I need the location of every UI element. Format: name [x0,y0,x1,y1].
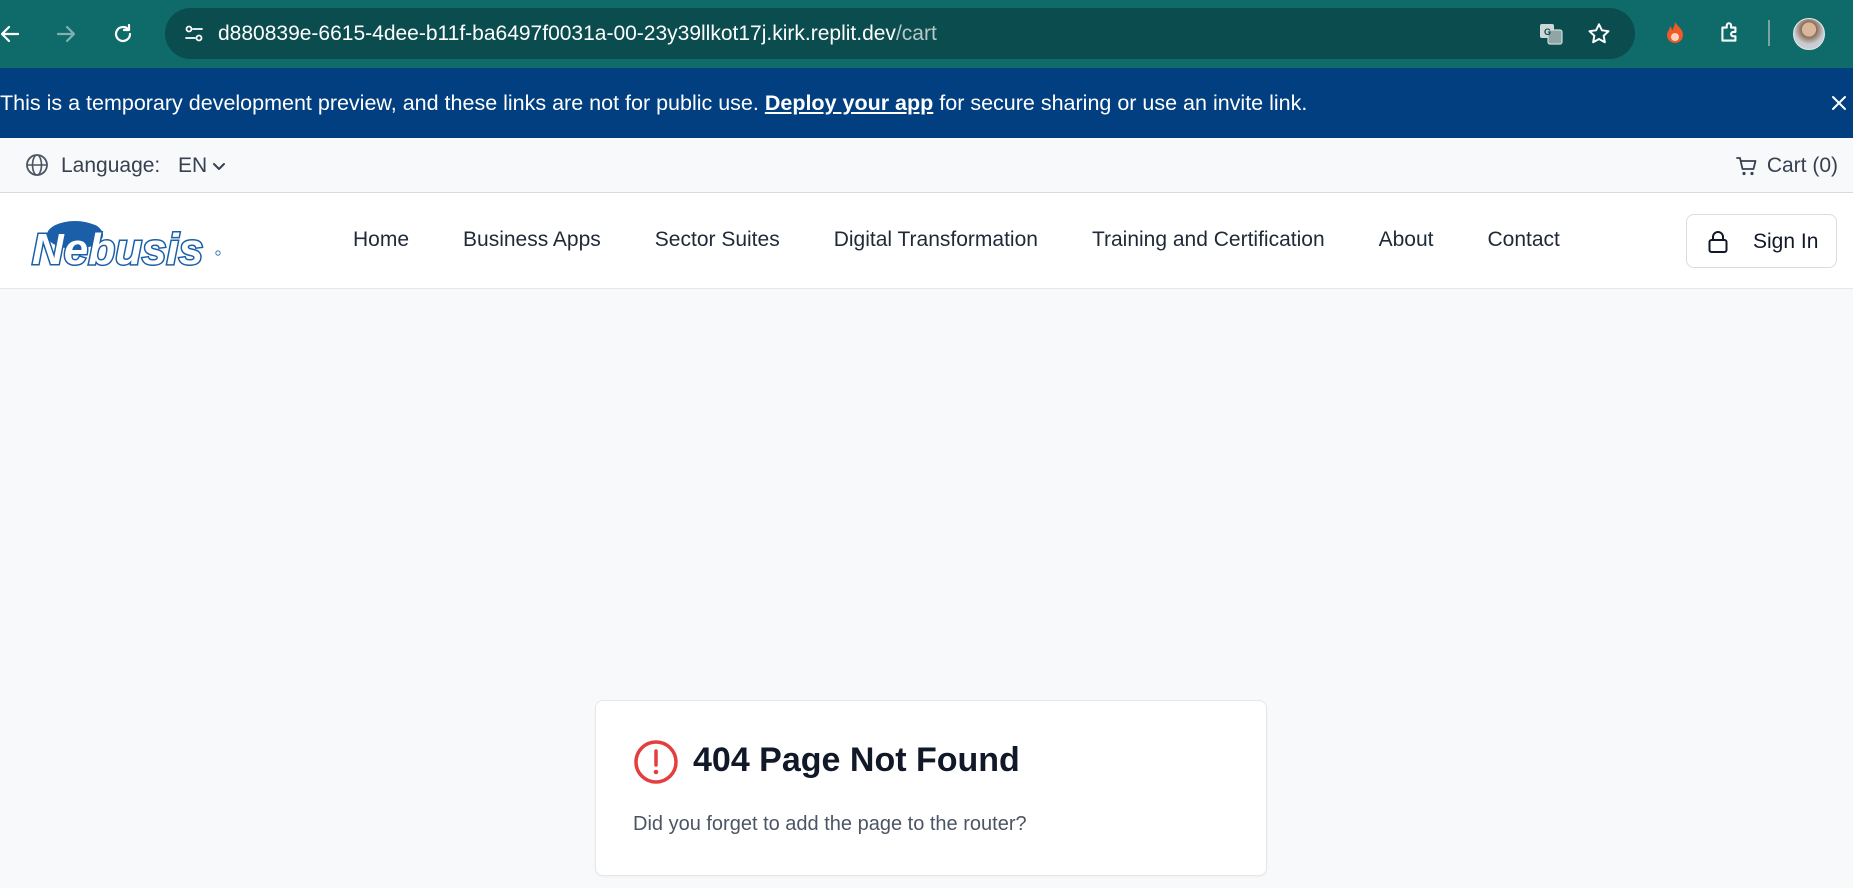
nav-business-apps[interactable]: Business Apps [463,228,601,252]
url-text[interactable]: d880839e-6615-4dee-b11f-ba6497f0031a-00-… [218,22,937,46]
site-info-icon[interactable] [179,19,209,49]
banner-text-after: for secure sharing or use an invite link… [933,91,1308,115]
extensions-puzzle-icon[interactable] [1713,16,1747,50]
profile-avatar[interactable] [1793,18,1825,50]
sign-in-button[interactable]: Sign In [1686,214,1837,268]
browser-toolbar: d880839e-6615-4dee-b11f-ba6497f0031a-00-… [0,0,1853,68]
extension-flame-icon[interactable] [1658,16,1692,50]
language-bar: Language: EN Cart (0) [0,138,1853,193]
toolbar-divider [1768,20,1770,46]
globe-icon [24,152,50,178]
svg-text:Nebusis: Nebusis [32,225,203,269]
nebusis-logo[interactable]: Nebusis [30,215,222,276]
language-value: EN [178,154,208,177]
svg-text:G: G [1544,27,1551,37]
banner-text-before: This is a temporary development preview,… [0,91,765,115]
translate-icon[interactable]: G [1537,20,1565,48]
cart-button[interactable]: Cart (0) [1735,154,1838,178]
address-bar[interactable]: d880839e-6615-4dee-b11f-ba6497f0031a-00-… [165,8,1635,59]
url-path: /cart [895,22,937,45]
nav-about[interactable]: About [1379,228,1434,252]
language-select[interactable]: EN [178,154,227,178]
nav-sector-suites[interactable]: Sector Suites [655,228,780,252]
nav-digital-transformation[interactable]: Digital Transformation [834,228,1038,252]
banner-text: This is a temporary development preview,… [0,91,1307,116]
forward-arrow-icon[interactable] [46,14,86,54]
sign-in-label: Sign In [1753,230,1819,253]
dev-preview-banner: This is a temporary development preview,… [0,68,1853,138]
lock-icon [1708,231,1728,253]
nav-contact[interactable]: Contact [1488,228,1560,252]
close-icon[interactable] [1826,90,1852,116]
back-arrow-icon[interactable] [0,14,30,54]
error-message: Did you forget to add the page to the ro… [633,813,1027,835]
main-nav: Home Business Apps Sector Suites Digital… [353,228,1614,252]
nav-training-certification[interactable]: Training and Certification [1092,228,1325,252]
nav-home[interactable]: Home [353,228,409,252]
chevron-down-icon [213,163,226,170]
language-label: Language: [61,154,161,177]
deploy-app-link[interactable]: Deploy your app [765,91,933,115]
cart-label: Cart (0) [1766,154,1838,177]
site-header: Nebusis Home Business Apps Sector Suites… [0,193,1853,289]
cart-icon [1735,157,1757,176]
error-title: 404 Page Not Found [693,741,1020,779]
reload-icon[interactable] [103,14,143,54]
not-found-card: 404 Page Not Found Did you forget to add… [595,700,1267,876]
url-host: d880839e-6615-4dee-b11f-ba6497f0031a-00-… [218,22,896,45]
alert-circle-icon [634,740,678,784]
bookmark-star-icon[interactable] [1585,20,1613,48]
